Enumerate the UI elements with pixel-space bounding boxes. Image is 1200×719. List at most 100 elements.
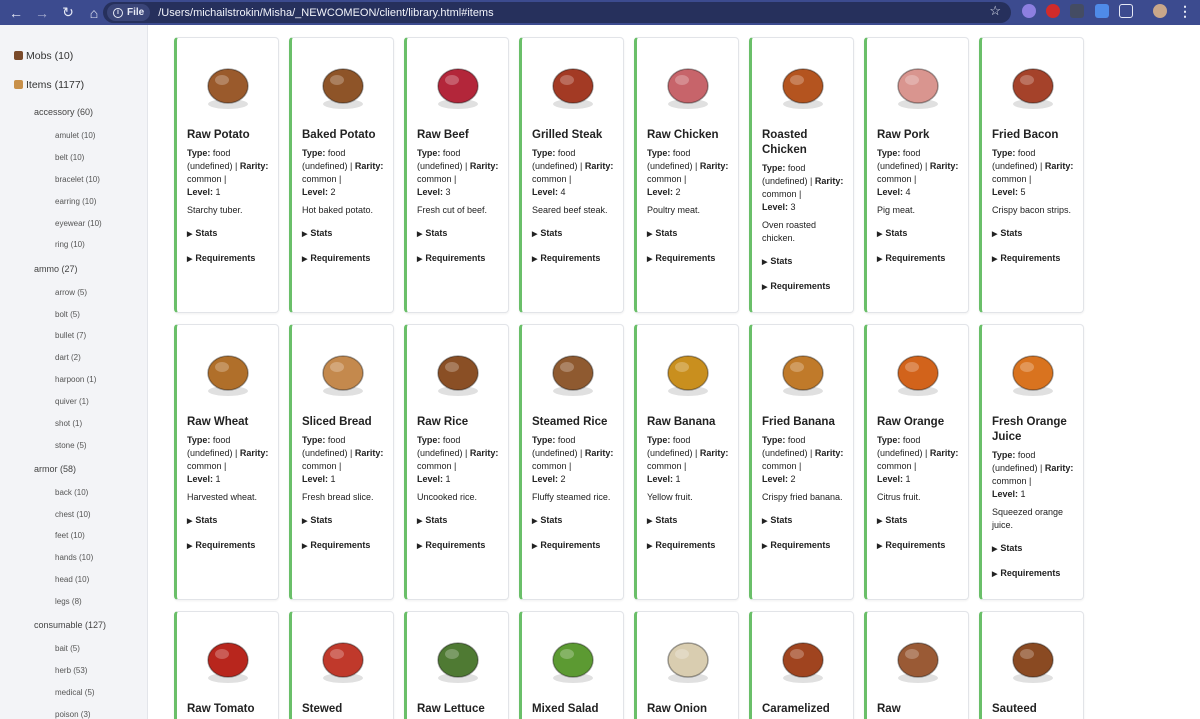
item-card[interactable]: Raw Wheat Type: food (undefined) | Rarity… — [174, 324, 279, 600]
sidebar-sub-harpoon[interactable]: harpoon (1) — [55, 375, 96, 384]
item-card[interactable]: Fresh Orange Juice Type: food (undefined)… — [979, 324, 1084, 600]
item-card[interactable]: Raw Lettuce — [404, 611, 509, 719]
stats-toggle[interactable]: ▶ Stats — [647, 228, 735, 238]
requirements-toggle[interactable]: ▶ Requirements — [762, 281, 850, 291]
stats-toggle[interactable]: ▶ Stats — [762, 256, 850, 266]
forward-icon[interactable]: → — [31, 2, 53, 24]
item-card[interactable]: Sliced Bread Type: food (undefined) | Rar… — [289, 324, 394, 600]
extension-icon-2[interactable] — [1046, 4, 1060, 18]
requirements-toggle[interactable]: ▶ Requirements — [187, 253, 275, 263]
sidebar-sub-shot[interactable]: shot (1) — [55, 419, 82, 428]
address-bar[interactable]: i File /Users/michailstrokin/Misha/_NEWC… — [103, 2, 1011, 23]
requirements-toggle[interactable]: ▶ Requirements — [417, 540, 505, 550]
item-card[interactable]: Raw Potato Type: food (undefined) | Rarit… — [174, 37, 279, 313]
item-card[interactable]: Baked Potato Type: food (undefined) | Rar… — [289, 37, 394, 313]
sidebar-sub-ring[interactable]: ring (10) — [55, 240, 85, 249]
sidebar-category-accessory[interactable]: accessory (60) — [34, 107, 93, 117]
sidebar-sub-head[interactable]: head (10) — [55, 575, 89, 584]
stats-toggle[interactable]: ▶ Stats — [302, 228, 390, 238]
item-card[interactable]: Roasted Chicken Type: food (undefined) | … — [749, 37, 854, 313]
item-card[interactable]: Raw Rice Type: food (undefined) | Rarity:… — [404, 324, 509, 600]
stats-toggle[interactable]: ▶ Stats — [532, 515, 620, 525]
item-card[interactable]: Mixed Salad — [519, 611, 624, 719]
sidebar-sub-hands[interactable]: hands (10) — [55, 553, 93, 562]
item-card[interactable]: Raw Pork Type: food (undefined) | Rarity:… — [864, 37, 969, 313]
browser-menu-icon[interactable]: ⋮ — [1178, 3, 1192, 20]
reload-icon[interactable]: ↻ — [57, 2, 79, 24]
requirements-toggle[interactable]: ▶ Requirements — [532, 253, 620, 263]
stats-toggle[interactable]: ▶ Stats — [187, 515, 275, 525]
requirements-toggle[interactable]: ▶ Requirements — [647, 540, 735, 550]
sidebar-sub-medical[interactable]: medical (5) — [55, 688, 95, 697]
requirements-toggle[interactable]: ▶ Requirements — [762, 540, 850, 550]
extension-icon-1[interactable] — [1022, 4, 1036, 18]
extension-icon-3[interactable] — [1070, 4, 1084, 18]
item-card[interactable]: Raw Onion — [634, 611, 739, 719]
item-card[interactable]: Caramelized — [749, 611, 854, 719]
sidebar-sub-back[interactable]: back (10) — [55, 488, 88, 497]
sidebar-sub-legs[interactable]: legs (8) — [55, 597, 82, 606]
stats-toggle[interactable]: ▶ Stats — [992, 543, 1080, 553]
sidebar-sub-bullet[interactable]: bullet (7) — [55, 331, 86, 340]
sidebar-sub-feet[interactable]: feet (10) — [55, 531, 85, 540]
requirements-toggle[interactable]: ▶ Requirements — [992, 568, 1080, 578]
stats-toggle[interactable]: ▶ Stats — [417, 515, 505, 525]
item-card[interactable]: Fried Banana Type: food (undefined) | Rar… — [749, 324, 854, 600]
puzzle-icon[interactable] — [1119, 4, 1133, 18]
requirements-toggle[interactable]: ▶ Requirements — [647, 253, 735, 263]
sidebar-sub-bait[interactable]: bait (5) — [55, 644, 80, 653]
stats-toggle[interactable]: ▶ Stats — [877, 228, 965, 238]
stats-toggle[interactable]: ▶ Stats — [992, 228, 1080, 238]
sidebar-item-mobs[interactable]: Mobs (10) — [14, 50, 73, 62]
sidebar-category-armor[interactable]: armor (58) — [34, 464, 76, 474]
sidebar-category-ammo[interactable]: ammo (27) — [34, 264, 78, 274]
url-text[interactable]: /Users/michailstrokin/Misha/_NEWCOMEON/c… — [158, 7, 493, 19]
sidebar-sub-chest[interactable]: chest (10) — [55, 510, 91, 519]
stats-toggle[interactable]: ▶ Stats — [417, 228, 505, 238]
requirements-toggle[interactable]: ▶ Requirements — [877, 540, 965, 550]
sidebar-sub-belt[interactable]: belt (10) — [55, 153, 84, 162]
sidebar-sub-eyewear[interactable]: eyewear (10) — [55, 219, 102, 228]
sidebar-sub-bolt[interactable]: bolt (5) — [55, 310, 80, 319]
site-info-chip[interactable]: i File — [107, 4, 151, 21]
stats-toggle[interactable]: ▶ Stats — [762, 515, 850, 525]
item-card[interactable]: Raw Chicken Type: food (undefined) | Rari… — [634, 37, 739, 313]
item-card[interactable]: Raw Banana Type: food (undefined) | Rarit… — [634, 324, 739, 600]
requirements-toggle[interactable]: ▶ Requirements — [877, 253, 965, 263]
sidebar-sub-earring[interactable]: earring (10) — [55, 197, 96, 206]
requirements-toggle[interactable]: ▶ Requirements — [302, 253, 390, 263]
item-card[interactable]: Raw Tomato — [174, 611, 279, 719]
requirements-toggle[interactable]: ▶ Requirements — [992, 253, 1080, 263]
item-card[interactable]: Raw Orange Type: food (undefined) | Rarit… — [864, 324, 969, 600]
sidebar-item-items[interactable]: Items (1177) — [14, 79, 84, 91]
item-card[interactable]: Raw Beef Type: food (undefined) | Rarity:… — [404, 37, 509, 313]
requirements-toggle[interactable]: ▶ Requirements — [417, 253, 505, 263]
item-card[interactable]: Sauteed — [979, 611, 1084, 719]
extension-icon-4[interactable] — [1095, 4, 1109, 18]
stats-toggle[interactable]: ▶ Stats — [302, 515, 390, 525]
home-icon[interactable]: ⌂ — [83, 2, 105, 24]
sidebar-sub-amulet[interactable]: amulet (10) — [55, 131, 95, 140]
item-card[interactable]: Raw — [864, 611, 969, 719]
sidebar-category-consumable[interactable]: consumable (127) — [34, 620, 106, 630]
stats-toggle[interactable]: ▶ Stats — [647, 515, 735, 525]
sidebar-sub-herb[interactable]: herb (53) — [55, 666, 87, 675]
requirements-toggle[interactable]: ▶ Requirements — [187, 540, 275, 550]
item-card[interactable]: Fried Bacon Type: food (undefined) | Rari… — [979, 37, 1084, 313]
item-card[interactable]: Steamed Rice Type: food (undefined) | Rar… — [519, 324, 624, 600]
sidebar-sub-dart[interactable]: dart (2) — [55, 353, 81, 362]
bookmark-star-icon[interactable]: ☆ — [989, 3, 1001, 19]
stats-toggle[interactable]: ▶ Stats — [532, 228, 620, 238]
back-icon[interactable]: ← — [5, 2, 27, 24]
sidebar-sub-stone[interactable]: stone (5) — [55, 441, 87, 450]
requirements-toggle[interactable]: ▶ Requirements — [532, 540, 620, 550]
avatar[interactable] — [1153, 4, 1167, 18]
item-card[interactable]: Grilled Steak Type: food (undefined) | Ra… — [519, 37, 624, 313]
sidebar-sub-quiver[interactable]: quiver (1) — [55, 397, 89, 406]
sidebar-sub-bracelet[interactable]: bracelet (10) — [55, 175, 100, 184]
sidebar-sub-arrow[interactable]: arrow (5) — [55, 288, 87, 297]
stats-toggle[interactable]: ▶ Stats — [877, 515, 965, 525]
stats-toggle[interactable]: ▶ Stats — [187, 228, 275, 238]
item-card[interactable]: Stewed — [289, 611, 394, 719]
requirements-toggle[interactable]: ▶ Requirements — [302, 540, 390, 550]
